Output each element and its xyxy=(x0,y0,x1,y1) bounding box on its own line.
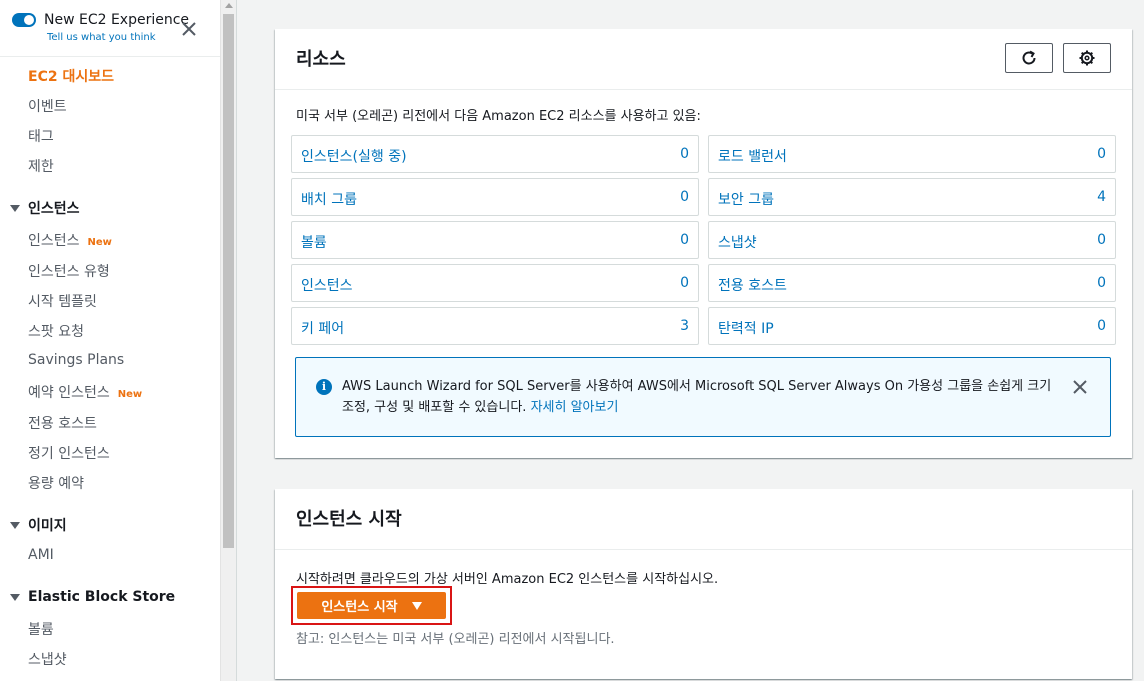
resources-panel: 리소스 미국 서부 (오레곤) 리전에서 다음 Amazon EC2 리소스를 … xyxy=(275,29,1132,458)
refresh-icon xyxy=(1022,50,1036,65)
resource-elastic-ips[interactable]: 탄력적 IP 0 xyxy=(708,307,1116,345)
resource-label: 탄력적 IP xyxy=(718,321,774,337)
close-icon[interactable] xyxy=(1072,379,1088,395)
sidebar-section-ebs[interactable]: Elastic Block Store xyxy=(10,589,175,605)
resource-count: 0 xyxy=(680,146,689,162)
launch-title: 인스턴스 시작 xyxy=(296,509,402,530)
sidebar-item-volumes[interactable]: 볼륨 xyxy=(28,619,54,639)
item-label: 인스턴스 xyxy=(28,233,80,249)
resource-count: 0 xyxy=(680,232,689,248)
sidebar-item-capacity-reservations[interactable]: 용량 예약 xyxy=(28,473,84,493)
sidebar-item-scheduled-instances[interactable]: 정기 인스턴스 xyxy=(28,443,110,463)
new-badge: New xyxy=(117,389,143,400)
resource-volumes[interactable]: 볼륨 0 xyxy=(291,221,699,259)
sidebar-section-images[interactable]: 이미지 xyxy=(10,515,67,535)
resources-description: 미국 서부 (오레곤) 리전에서 다음 Amazon EC2 리소스를 사용하고… xyxy=(296,109,701,124)
sidebar-item-instances[interactable]: 인스턴스 New xyxy=(28,230,112,250)
resource-security-groups[interactable]: 보안 그룹 4 xyxy=(708,178,1116,216)
resource-count: 0 xyxy=(1097,232,1106,248)
caret-down-icon xyxy=(10,521,20,529)
sidebar-item-launch-templates[interactable]: 시작 템플릿 xyxy=(28,291,97,311)
resource-label: 배치 그룹 xyxy=(301,192,357,208)
scrollbar-thumb[interactable] xyxy=(223,14,234,548)
sidebar-item-ami[interactable]: AMI xyxy=(28,547,54,563)
info-message: AWS Launch Wizard for SQL Server를 사용하여 A… xyxy=(342,376,1062,418)
resource-instances[interactable]: 인스턴스 0 xyxy=(291,264,699,302)
launch-header: 인스턴스 시작 xyxy=(275,489,1132,550)
gear-icon xyxy=(1079,50,1095,66)
resource-label: 보안 그룹 xyxy=(718,192,774,208)
launch-note: 참고: 인스턴스는 미국 서부 (오레곤) 리전에서 시작됩니다. xyxy=(296,632,615,647)
resource-label: 로드 밸런서 xyxy=(718,149,787,165)
resource-label: 키 페어 xyxy=(301,321,345,337)
caret-down-icon xyxy=(411,601,422,610)
resource-placement-groups[interactable]: 배치 그룹 0 xyxy=(291,178,699,216)
section-label: 이미지 xyxy=(28,518,67,534)
section-label: 인스턴스 xyxy=(28,201,80,217)
scroll-up-arrow-icon[interactable] xyxy=(225,3,233,8)
feedback-link[interactable]: Tell us what you think xyxy=(47,32,156,43)
new-experience-title: New EC2 Experience xyxy=(44,12,190,28)
settings-button[interactable] xyxy=(1063,43,1111,73)
resource-count: 0 xyxy=(680,275,689,291)
sidebar: New EC2 Experience Tell us what you thin… xyxy=(0,0,220,681)
learn-more-link[interactable]: 자세히 알아보기 xyxy=(531,400,619,415)
info-alert: i AWS Launch Wizard for SQL Server를 사용하여… xyxy=(295,357,1111,437)
resource-label: 전용 호스트 xyxy=(718,278,787,294)
sidebar-divider xyxy=(236,0,237,681)
sidebar-item-events[interactable]: 이벤트 xyxy=(28,96,67,116)
new-experience-header: New EC2 Experience Tell us what you thin… xyxy=(0,0,220,57)
sidebar-section-instances[interactable]: 인스턴스 xyxy=(10,198,80,218)
info-text: AWS Launch Wizard for SQL Server를 사용하여 A… xyxy=(342,379,1052,415)
info-icon: i xyxy=(316,379,332,395)
resource-dedicated-hosts[interactable]: 전용 호스트 0 xyxy=(708,264,1116,302)
caret-down-icon xyxy=(10,593,20,601)
resource-label: 인스턴스 xyxy=(301,278,353,294)
resource-snapshots[interactable]: 스냅샷 0 xyxy=(708,221,1116,259)
sidebar-scrollbar[interactable] xyxy=(220,0,236,681)
resource-count: 3 xyxy=(680,318,689,334)
resources-title: 리소스 xyxy=(296,49,346,70)
resource-load-balancers[interactable]: 로드 밸런서 0 xyxy=(708,135,1116,173)
resource-count: 0 xyxy=(1097,275,1106,291)
resource-count: 0 xyxy=(1097,318,1106,334)
resource-key-pairs[interactable]: 키 페어 3 xyxy=(291,307,699,345)
resources-header: 리소스 xyxy=(275,29,1132,90)
resource-count: 0 xyxy=(1097,146,1106,162)
sidebar-item-savings-plans[interactable]: Savings Plans xyxy=(28,352,124,368)
close-icon[interactable] xyxy=(180,20,198,38)
new-experience-toggle[interactable] xyxy=(12,13,36,27)
sidebar-item-ec2-dashboard[interactable]: EC2 대시보드 xyxy=(28,66,114,86)
item-label: 예약 인스턴스 xyxy=(28,385,110,401)
resource-count: 0 xyxy=(680,189,689,205)
resource-label: 스냅샷 xyxy=(718,235,757,251)
section-label: Elastic Block Store xyxy=(28,589,176,605)
refresh-button[interactable] xyxy=(1005,43,1053,73)
resource-label: 인스턴스(실행 중) xyxy=(301,149,407,165)
sidebar-item-instance-types[interactable]: 인스턴스 유형 xyxy=(28,261,110,281)
caret-down-icon xyxy=(10,204,20,212)
sidebar-item-tags[interactable]: 태그 xyxy=(28,126,54,146)
new-badge: New xyxy=(87,237,112,248)
launch-button-label: 인스턴스 시작 xyxy=(321,600,398,615)
resource-label: 볼륨 xyxy=(301,235,327,251)
sidebar-item-limits[interactable]: 제한 xyxy=(28,156,54,176)
launch-instance-button[interactable]: 인스턴스 시작 xyxy=(297,592,446,619)
launch-instance-panel: 인스턴스 시작 시작하려면 클라우드의 가상 서버인 Amazon EC2 인스… xyxy=(275,489,1132,679)
resource-instances-running[interactable]: 인스턴스(실행 중) 0 xyxy=(291,135,699,173)
sidebar-item-snapshots[interactable]: 스냅샷 xyxy=(28,649,67,669)
launch-description: 시작하려면 클라우드의 가상 서버인 Amazon EC2 인스턴스를 시작하십… xyxy=(296,572,719,587)
sidebar-item-reserved-instances[interactable]: 예약 인스턴스 New xyxy=(28,382,142,402)
sidebar-item-spot-requests[interactable]: 스팟 요청 xyxy=(28,321,84,341)
toggle-knob xyxy=(24,15,34,25)
sidebar-item-dedicated-hosts[interactable]: 전용 호스트 xyxy=(28,413,97,433)
resource-count: 4 xyxy=(1097,189,1106,205)
launch-button-highlight: 인스턴스 시작 xyxy=(291,586,452,625)
